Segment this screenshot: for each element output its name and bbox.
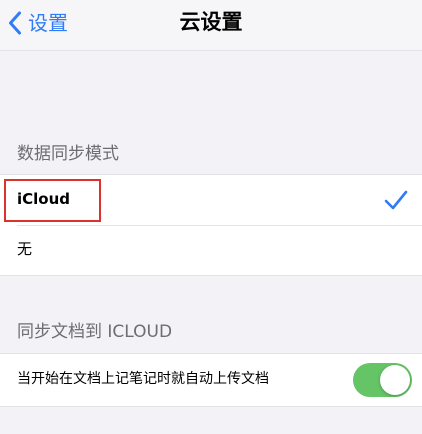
nav-divider (0, 50, 422, 51)
section-header-sync-mode: 数据同步模式 (17, 144, 119, 164)
sync-option-icloud[interactable]: iCloud (0, 175, 422, 226)
sync-option-none[interactable]: 无 (0, 225, 422, 275)
auto-upload-label: 当开始在文档上记笔记时就自动上传文档 (17, 371, 269, 387)
toggle-knob (380, 365, 410, 395)
doc-sync-group: 当开始在文档上记笔记时就自动上传文档 (0, 353, 422, 407)
auto-upload-row: 当开始在文档上记笔记时就自动上传文档 (0, 354, 422, 406)
checkmark-icon (384, 190, 408, 210)
sync-option-icloud-label: iCloud (17, 190, 71, 208)
page-title: 云设置 (179, 10, 243, 34)
sync-mode-group: iCloud 无 (0, 174, 422, 276)
auto-upload-toggle[interactable] (353, 363, 412, 397)
sync-option-none-label: 无 (17, 240, 33, 258)
navigation-bar: 设置 云设置 (0, 0, 422, 50)
section-header-doc-sync: 同步文档到 ICLOUD (17, 322, 173, 342)
